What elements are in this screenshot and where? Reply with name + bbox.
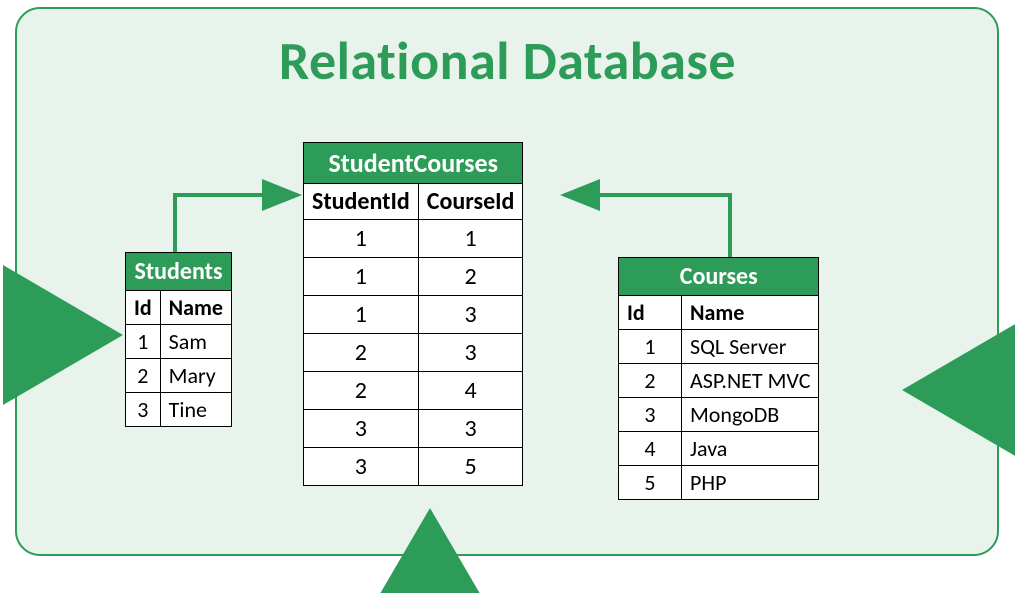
junction-col-cid: CourseId: [418, 184, 523, 220]
courses-table-name: Courses: [619, 258, 819, 296]
cell: 1: [304, 258, 419, 296]
students-table: Students Id Name 1Sam 2Mary 3Tine: [125, 252, 232, 427]
students-col-id: Id: [126, 291, 161, 325]
cell: 1: [418, 220, 523, 258]
table-row: 5PHP: [619, 466, 819, 500]
cell: 1: [619, 330, 682, 364]
cell: MongoDB: [682, 398, 819, 432]
table-row: 13: [304, 296, 523, 334]
cell: 3: [304, 448, 419, 486]
cell: 3: [304, 410, 419, 448]
cell: Mary: [160, 359, 231, 393]
table-row: 3Tine: [126, 393, 232, 427]
cell: 2: [418, 258, 523, 296]
table-row: 12: [304, 258, 523, 296]
cell: 3: [126, 393, 161, 427]
table-row: 33: [304, 410, 523, 448]
table-row: 1SQL Server: [619, 330, 819, 364]
cell: 3: [418, 334, 523, 372]
junction-col-sid: StudentId: [304, 184, 419, 220]
courses-table: Courses Id Name 1SQL Server 2ASP.NET MVC…: [618, 257, 819, 500]
cell: 4: [418, 372, 523, 410]
cell: 3: [418, 410, 523, 448]
cell: PHP: [682, 466, 819, 500]
cell: 4: [619, 432, 682, 466]
cell: Java: [682, 432, 819, 466]
cell: Sam: [160, 325, 231, 359]
cell: 2: [126, 359, 161, 393]
table-row: 11: [304, 220, 523, 258]
cell: 5: [619, 466, 682, 500]
junction-table-name: StudentCourses: [304, 143, 523, 184]
cell: 1: [304, 220, 419, 258]
table-row: 35: [304, 448, 523, 486]
students-table-name: Students: [126, 253, 232, 291]
table-row: 2ASP.NET MVC: [619, 364, 819, 398]
table-row: 1Sam: [126, 325, 232, 359]
cell: 3: [619, 398, 682, 432]
cell: 2: [619, 364, 682, 398]
courses-col-name: Name: [682, 296, 819, 330]
cell: 1: [126, 325, 161, 359]
cell: 2: [304, 334, 419, 372]
cell: SQL Server: [682, 330, 819, 364]
table-row: 3MongoDB: [619, 398, 819, 432]
table-row: 2Mary: [126, 359, 232, 393]
table-row: 4Java: [619, 432, 819, 466]
studentcourses-table: StudentCourses StudentId CourseId 11 12 …: [303, 142, 523, 486]
courses-col-id: Id: [619, 296, 682, 330]
cell: ASP.NET MVC: [682, 364, 819, 398]
table-row: 24: [304, 372, 523, 410]
cell: 3: [418, 296, 523, 334]
cell: 1: [304, 296, 419, 334]
cell: Tine: [160, 393, 231, 427]
cell: 5: [418, 448, 523, 486]
table-row: 23: [304, 334, 523, 372]
cell: 2: [304, 372, 419, 410]
page-title: Relational Database: [0, 28, 1015, 94]
students-col-name: Name: [160, 291, 231, 325]
